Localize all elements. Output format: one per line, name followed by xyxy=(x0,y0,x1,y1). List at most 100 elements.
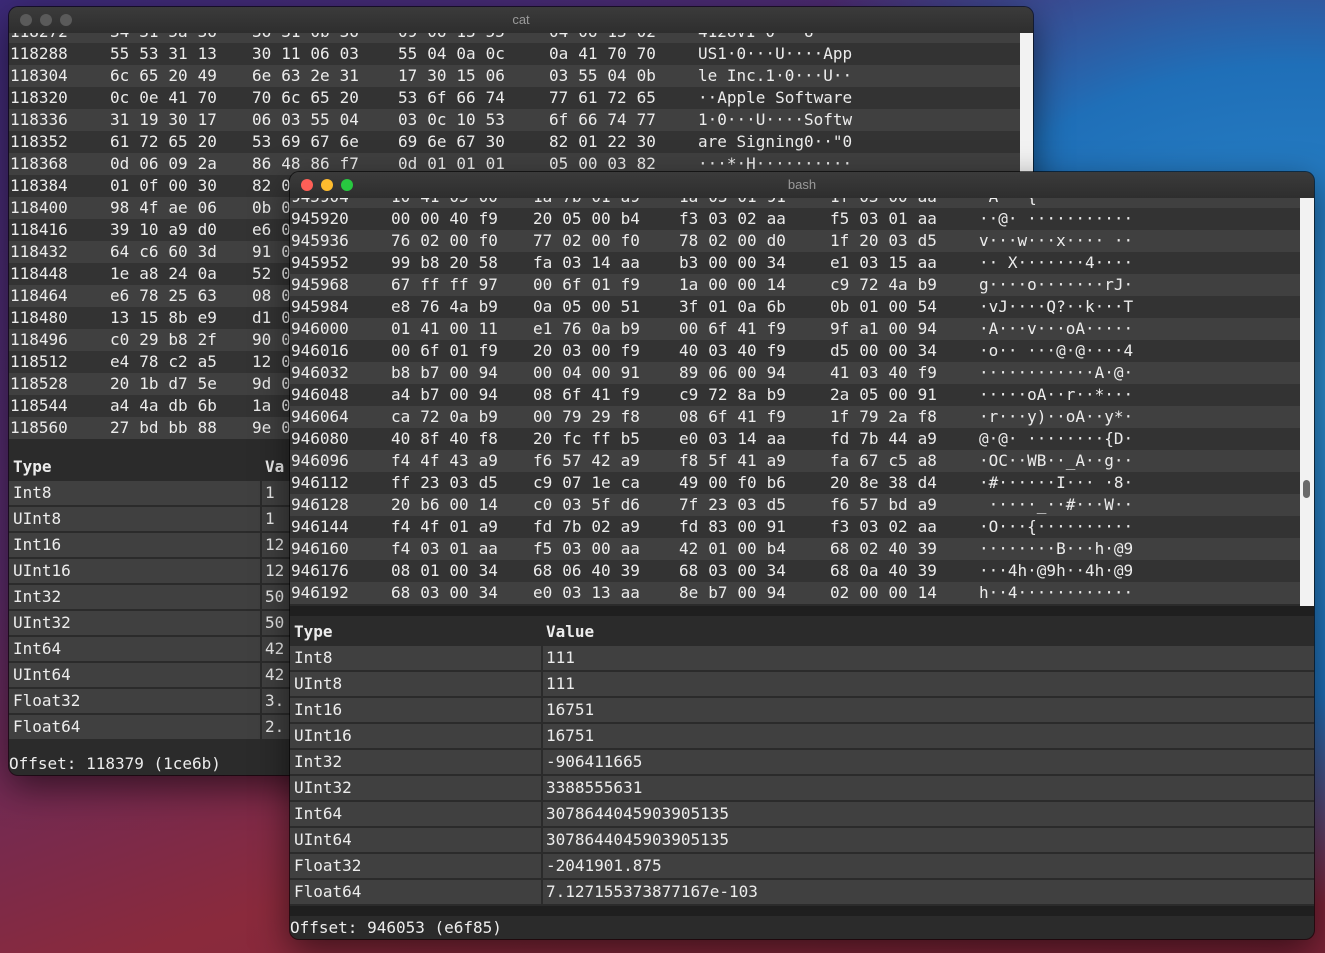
hex-byte[interactable]: 04 xyxy=(562,362,581,384)
hex-byte[interactable]: 42 xyxy=(591,450,610,472)
hex-byte[interactable]: 94 xyxy=(918,318,937,340)
hex-byte[interactable]: a9 xyxy=(918,494,937,516)
hex-byte[interactable]: e6 xyxy=(110,285,129,307)
hex-byte[interactable]: 01 xyxy=(110,175,129,197)
hex-byte[interactable]: 44 xyxy=(888,428,907,450)
hex-byte[interactable]: 0a xyxy=(198,263,217,285)
type-value[interactable]: 3. xyxy=(265,688,284,714)
hex-row[interactable]: 118304 6c 65 20 49 6e 63 2e 31 17 30 15 06 03 55 04 0b le… xyxy=(9,65,1020,87)
hex-byte[interactable]: 0a xyxy=(533,296,552,318)
hex-byte[interactable]: 30 xyxy=(427,65,446,87)
hex-byte[interactable]: 0d xyxy=(110,153,129,175)
hex-byte[interactable]: 74 xyxy=(486,87,505,109)
type-value[interactable]: 7.127155373877167e-103 xyxy=(546,879,758,905)
hex-byte[interactable]: 06 xyxy=(139,153,158,175)
hex-byte[interactable]: 00 xyxy=(591,362,610,384)
hex-byte[interactable]: ff xyxy=(449,274,468,296)
hex-byte[interactable]: f3 xyxy=(830,516,849,538)
hex-byte[interactable]: 12 xyxy=(252,351,271,373)
hex-byte[interactable]: f0 xyxy=(621,230,640,252)
hex-byte[interactable]: aa xyxy=(918,198,937,208)
hex-byte[interactable]: 91 xyxy=(621,362,640,384)
bash-hex-view[interactable]: 945904104105001a7b01a91a0301911f0300aa·A… xyxy=(290,198,1300,606)
hex-byte[interactable]: 20 xyxy=(449,252,468,274)
cat-titlebar[interactable]: cat xyxy=(9,7,1033,34)
hex-byte[interactable]: f4 xyxy=(391,516,410,538)
hex-byte[interactable]: f8 xyxy=(621,406,640,428)
hex-row[interactable]: 945968 67 ff ff 97 00 6f 01 f9 1a 00 00 14 c9 72 4a b9 g·… xyxy=(290,274,1300,296)
hex-byte[interactable]: c6 xyxy=(139,241,158,263)
hex-byte[interactable]: 00 xyxy=(737,582,756,604)
hex-byte[interactable]: 01 xyxy=(708,538,727,560)
hex-byte[interactable]: 01 xyxy=(591,274,610,296)
hex-byte[interactable]: 63 xyxy=(281,65,300,87)
hex-byte[interactable]: 4f xyxy=(139,197,158,219)
hex-byte[interactable]: b7 xyxy=(420,384,439,406)
hex-byte[interactable]: 15 xyxy=(139,307,158,329)
hex-byte[interactable]: 72 xyxy=(607,87,626,109)
hex-byte[interactable]: 76 xyxy=(420,296,439,318)
hex-row[interactable]: 945936 76 02 00 f0 77 02 00 f0 78 02 00 d0 1f 20 03 d5 v·… xyxy=(290,230,1300,252)
hex-byte[interactable]: f9 xyxy=(767,340,786,362)
hex-byte[interactable]: 00 xyxy=(888,318,907,340)
hex-byte[interactable]: 36 xyxy=(340,33,359,43)
hex-byte[interactable]: 31 xyxy=(281,33,300,43)
hex-byte[interactable]: a8 xyxy=(139,263,158,285)
hex-byte[interactable]: 6e xyxy=(340,131,359,153)
hex-byte[interactable]: 11 xyxy=(281,43,300,65)
hex-byte[interactable]: 34 xyxy=(767,560,786,582)
hex-byte[interactable]: 42 xyxy=(679,538,698,560)
hex-byte[interactable]: 17 xyxy=(398,65,417,87)
hex-byte[interactable]: 77 xyxy=(533,230,552,252)
hex-byte[interactable]: f8 xyxy=(918,406,937,428)
hex-byte[interactable]: 00 xyxy=(591,538,610,560)
hex-ascii[interactable]: ········B···h·@9 xyxy=(979,538,1133,560)
hex-byte[interactable]: 00 xyxy=(391,208,410,230)
hex-byte[interactable]: b9 xyxy=(621,318,640,340)
hex-byte[interactable]: 14 xyxy=(918,582,937,604)
hex-byte[interactable]: 41 xyxy=(830,362,849,384)
hex-byte[interactable]: aa xyxy=(621,252,640,274)
hex-byte[interactable]: 00 xyxy=(859,340,878,362)
hex-byte[interactable]: b7 xyxy=(708,582,727,604)
type-value[interactable]: 12 xyxy=(265,558,284,584)
hex-byte[interactable]: b8 xyxy=(168,329,187,351)
hex-byte[interactable]: aa xyxy=(767,428,786,450)
hex-byte[interactable]: 70 xyxy=(637,43,656,65)
hex-byte[interactable]: 53 xyxy=(139,43,158,65)
hex-byte[interactable]: 41 xyxy=(737,318,756,340)
hex-byte[interactable]: 03 xyxy=(708,560,727,582)
hex-byte[interactable]: b8 xyxy=(420,252,439,274)
hex-byte[interactable]: ff xyxy=(391,472,410,494)
hex-row[interactable]: 946176 08 01 00 34 68 06 40 39 68 03 00 34 68 0a 40 39 ··… xyxy=(290,560,1300,582)
hex-byte[interactable]: 14 xyxy=(591,252,610,274)
hex-byte[interactable]: 20 xyxy=(198,131,217,153)
hex-byte[interactable]: 41 xyxy=(420,318,439,340)
hex-byte[interactable]: 79 xyxy=(562,406,581,428)
hex-byte[interactable]: a8 xyxy=(918,450,937,472)
type-value[interactable]: 2. xyxy=(265,714,284,740)
hex-byte[interactable]: 94 xyxy=(767,362,786,384)
hex-byte[interactable]: 20 xyxy=(168,65,187,87)
hex-byte[interactable]: d4 xyxy=(918,472,937,494)
hex-byte[interactable]: 00 xyxy=(591,296,610,318)
hex-byte[interactable]: c9 xyxy=(679,384,698,406)
bash-scrollbar-thumb[interactable] xyxy=(1303,480,1310,498)
hex-byte[interactable]: 58 xyxy=(479,252,498,274)
hex-byte[interactable]: fc xyxy=(562,428,581,450)
hex-byte[interactable]: a1 xyxy=(859,318,878,340)
hex-byte[interactable]: 2a xyxy=(830,384,849,406)
hex-byte[interactable]: 00 xyxy=(449,582,468,604)
hex-byte[interactable]: 6c xyxy=(110,65,129,87)
hex-byte[interactable]: 30 xyxy=(252,43,271,65)
hex-byte[interactable]: 94 xyxy=(479,384,498,406)
hex-byte[interactable]: 02 xyxy=(420,230,439,252)
hex-byte[interactable]: 8e xyxy=(859,472,878,494)
hex-byte[interactable]: 0a xyxy=(449,406,468,428)
hex-byte[interactable]: 0f xyxy=(139,175,158,197)
hex-byte[interactable]: 4a xyxy=(888,274,907,296)
hex-byte[interactable]: 70 xyxy=(252,87,271,109)
hex-byte[interactable]: 30 xyxy=(486,131,505,153)
hex-byte[interactable]: b3 xyxy=(679,252,698,274)
hex-byte[interactable]: 13 xyxy=(456,33,475,43)
